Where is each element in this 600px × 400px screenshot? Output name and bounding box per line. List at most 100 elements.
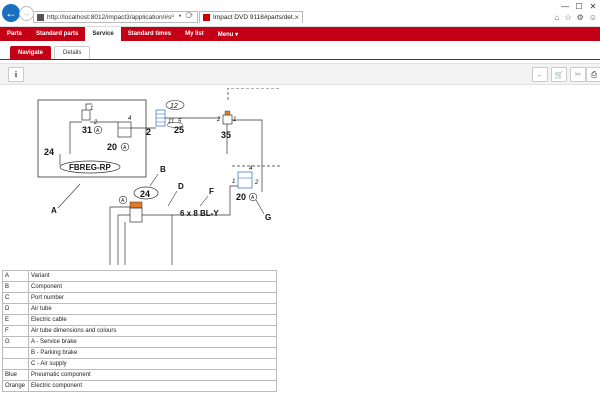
component-number: 2 (146, 127, 151, 137)
sub-tabs-underline (0, 59, 600, 60)
favorites-star-icon[interactable]: ☆ (564, 13, 571, 22)
menu-item-service[interactable]: Service (85, 27, 121, 41)
component-number: 24 (44, 147, 54, 157)
legend-key: Blue (2, 369, 29, 381)
details-toolbar: i ← 🛒 ✂ ⎙ (0, 63, 600, 85)
menu-item-standard-parts[interactable]: Standard parts (29, 27, 85, 41)
brake-chamber-component (237, 171, 253, 189)
browser-back-button[interactable]: ← (2, 4, 20, 22)
arrow-right-icon: → (22, 9, 31, 18)
legend-row: B Component (2, 281, 277, 293)
legend-letter: D (178, 182, 184, 191)
legend-row: Blue Pneumatic component (2, 369, 277, 381)
info-icon: i (14, 70, 18, 79)
page-icon (37, 13, 44, 21)
tab-close-icon[interactable]: × (294, 13, 299, 22)
legend-value: Component (28, 281, 277, 293)
arrow-left-icon: ← (5, 6, 17, 20)
brake-type-label: A (96, 128, 100, 134)
port-number: 1 (90, 106, 93, 112)
legend-value: C - Air supply (28, 358, 277, 370)
component-number: 20 (236, 192, 246, 202)
port-number: 2 (93, 120, 98, 126)
tab-navigate[interactable]: Navigate (10, 46, 52, 59)
port-number: 2 (254, 180, 259, 186)
tab-details[interactable]: Details (54, 46, 91, 59)
info-button[interactable]: i (8, 67, 24, 82)
component-number: 24 (140, 189, 150, 199)
menu-item-menu-dropdown[interactable]: Menu ▾ (211, 27, 245, 41)
component-number: 20 (107, 142, 117, 152)
minimize-button[interactable]: — (558, 2, 572, 11)
legend-key: C (2, 292, 29, 304)
window-controls: — ☐ ✕ (558, 2, 600, 11)
legend-row: C Port number (2, 292, 277, 304)
legend-value: Port number (28, 292, 277, 304)
address-bar[interactable]: http://localhost:8012/impact3/applicatio… (33, 11, 198, 23)
electric-connector-icon (129, 201, 143, 209)
legend-row: GA - Service brake (2, 336, 277, 348)
pneumatic-diagram: 1 2 31 A 4 20 A 24 FBREG-RP 12 2 11 5 25… (37, 88, 280, 265)
browser-tab[interactable]: Impact DVD 9118#parts/det... × (199, 11, 303, 23)
add-to-cart-button[interactable]: 🛒 (551, 67, 567, 82)
port-number: 4 (249, 166, 253, 172)
legend-row: E Electric cable (2, 314, 277, 326)
legend-value: Air tube (28, 303, 277, 315)
legend-key: G (2, 336, 29, 348)
legend-row: Orange Electric component (2, 380, 277, 392)
menu-item-standard-times[interactable]: Standard times (121, 27, 178, 41)
component-number: 31 (82, 125, 92, 135)
legend-row: D Air tube (2, 303, 277, 315)
site-favicon-icon (203, 14, 210, 21)
toolbar-back-button[interactable]: ← (532, 67, 548, 82)
menu-item-my-list[interactable]: My list (178, 27, 211, 41)
brake-type-label: A (251, 195, 255, 201)
tool-button[interactable]: ✂ (570, 67, 586, 82)
tube-dimensions: 6 x 8 BL-Y (180, 209, 219, 218)
browser-toolbar-icons: ⌂ ☆ ⚙ ☺ (555, 13, 597, 22)
address-tools[interactable]: ⌕ ▾ ⟳ (171, 13, 194, 21)
port-number: 4 (128, 116, 132, 122)
close-window-button[interactable]: ✕ (586, 2, 600, 11)
legend-key: F (2, 325, 29, 337)
port-number: 1 (232, 179, 235, 185)
legend-key: A (2, 270, 29, 282)
legend-row: F Air tube dimensions and colours (2, 325, 277, 337)
address-url[interactable]: http://localhost:8012/impact3/applicatio… (47, 14, 171, 21)
legend-letter: G (265, 213, 271, 222)
scissors-icon: ✂ (574, 70, 582, 79)
legend-value: Pneumatic component (28, 369, 277, 381)
component-number: 12 (170, 103, 178, 110)
valve-component (129, 207, 143, 223)
diagram-legend-table: A Variant B Component C Port number D Air tube E… (2, 270, 277, 392)
legend-row: B - Parking brake (2, 347, 277, 359)
cart-icon: 🛒 (554, 71, 564, 79)
browser-forward-button[interactable]: → (19, 6, 34, 21)
printer-icon: ⎙ (590, 69, 598, 79)
tab-title[interactable]: Impact DVD 9118#parts/det... (213, 14, 294, 21)
legend-key: Orange (2, 380, 29, 392)
print-button[interactable]: ⎙ (586, 67, 600, 82)
component-number: 35 (221, 130, 231, 140)
smiley-feedback-icon[interactable]: ☺ (589, 13, 597, 22)
arrow-left-icon: ← (536, 70, 544, 79)
electric-component (222, 114, 233, 125)
brake-type-label: A (121, 198, 125, 204)
legend-value: Air tube dimensions and colours (28, 325, 277, 337)
sub-tabs: Navigate Details (0, 46, 91, 59)
legend-row: C - Air supply (2, 358, 277, 370)
legend-key (2, 358, 29, 370)
legend-value: Electric component (28, 380, 277, 392)
component-number: 25 (174, 125, 184, 135)
maximize-button[interactable]: ☐ (572, 2, 586, 11)
menu-item-parts[interactable]: Parts (0, 27, 29, 41)
settings-gear-icon[interactable]: ⚙ (577, 13, 584, 22)
main-menu-bar: Parts Standard parts Service Standard ti… (0, 27, 600, 41)
brake-chamber-component (117, 121, 132, 138)
brake-type-label: A (123, 145, 127, 151)
valve-component (81, 109, 91, 121)
browser-chrome: ← → http://localhost:8012/impact3/applic… (0, 0, 600, 27)
legend-key (2, 347, 29, 359)
home-icon[interactable]: ⌂ (555, 13, 560, 22)
legend-value: Electric cable (28, 314, 277, 326)
